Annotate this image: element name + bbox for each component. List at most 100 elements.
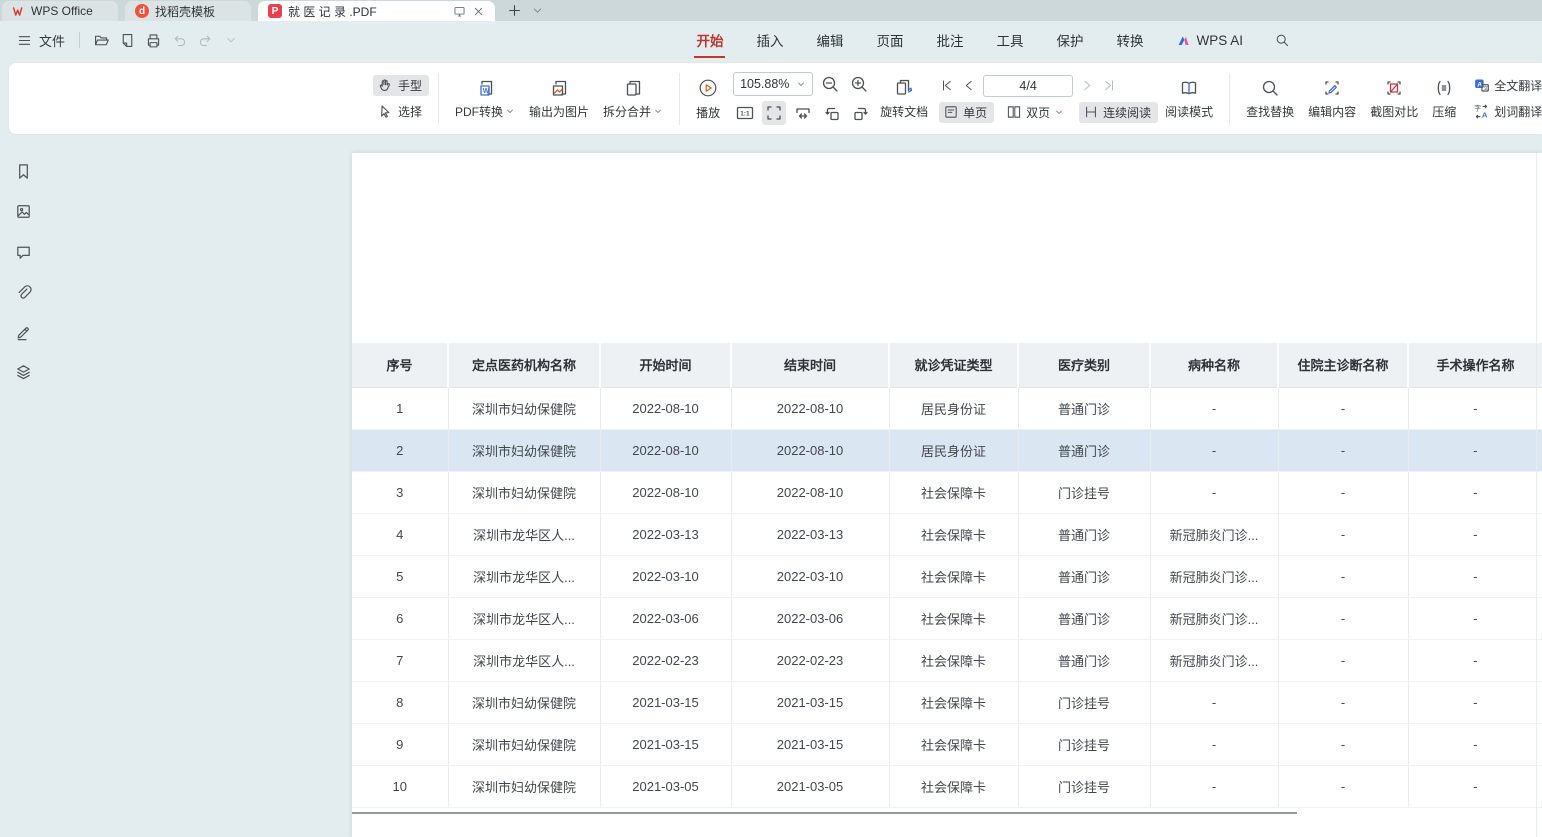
last-page-icon[interactable]	[1102, 78, 1117, 93]
next-page-icon[interactable]	[1080, 78, 1095, 93]
table-cell: 普通门诊	[1018, 513, 1150, 555]
pdf-convert-label: PDF转换	[455, 103, 503, 120]
zoom-out-button[interactable]	[818, 72, 842, 96]
quick-access-chevron[interactable]	[219, 29, 243, 51]
screenshot-compare-button[interactable]: 截图对比	[1363, 78, 1425, 120]
cursor-icon	[377, 103, 394, 120]
menu-item-convert[interactable]: 转换	[1114, 24, 1145, 56]
comments-panel-button[interactable]	[12, 241, 34, 263]
table-cell: 社会保障卡	[889, 597, 1018, 639]
tab-label: 就 医 记 录 .PDF	[288, 3, 377, 20]
save-icon	[119, 32, 136, 49]
tab-label: 找稻壳模板	[155, 3, 215, 20]
actual-size-button[interactable]: 1:1	[733, 101, 757, 125]
column-header: 医疗类别	[1018, 343, 1150, 387]
zoom-in-button[interactable]	[847, 72, 871, 96]
table-cell: 5	[352, 555, 448, 597]
first-page-icon[interactable]	[939, 78, 954, 93]
table-cell: 10	[352, 765, 448, 807]
tab-docer-templates[interactable]: d 找稻壳模板	[125, 1, 251, 21]
attachments-panel-button[interactable]	[12, 281, 34, 303]
table-cell: -	[1408, 471, 1542, 513]
menu-search-icon[interactable]	[1274, 32, 1290, 48]
table-cell: 社会保障卡	[889, 555, 1018, 597]
table-cell: -	[1278, 639, 1408, 681]
menu-item-home[interactable]: 开始	[694, 24, 725, 56]
previous-page-icon[interactable]	[961, 78, 976, 93]
read-mode-button[interactable]: 阅读模式	[1158, 78, 1220, 120]
menu-item-edit[interactable]: 编辑	[814, 24, 845, 56]
table-cell: -	[1150, 387, 1278, 429]
word-translate-button[interactable]: 字A 划词翻译	[1469, 101, 1542, 122]
select-tool-button[interactable]: 选择	[373, 101, 429, 122]
page-indicator-input[interactable]	[983, 75, 1073, 97]
table-cell: 2021-03-05	[731, 765, 889, 807]
thumbnails-panel-button[interactable]	[12, 200, 34, 222]
export-image-button[interactable]: 输出为图片	[522, 78, 596, 120]
menu-item-annotate[interactable]: 批注	[934, 24, 965, 56]
monitor-icon[interactable]	[453, 5, 466, 18]
column-header: 序号	[352, 343, 448, 387]
compress-button[interactable]: 压缩	[1425, 78, 1463, 120]
chevron-down-icon	[653, 106, 663, 116]
column-header: 手术操作名称	[1408, 343, 1542, 387]
full-text-translate-button[interactable]: A文 全文翻译	[1469, 75, 1542, 96]
play-button[interactable]: 播放	[689, 77, 727, 121]
table-cell: -	[1278, 555, 1408, 597]
menu-item-wps-ai[interactable]: WPS AI	[1174, 27, 1245, 54]
zoom-level-dropdown[interactable]: 105.88%	[733, 72, 813, 96]
tab-wps-office[interactable]: WPS Office	[2, 1, 118, 21]
bookmarks-panel-button[interactable]	[12, 160, 34, 182]
open-file-button[interactable]	[89, 29, 113, 51]
play-icon	[697, 77, 719, 99]
rotate-left-button[interactable]	[820, 101, 844, 125]
pdf-convert-button[interactable]: W PDF转换	[448, 78, 522, 120]
table-cell: -	[1150, 681, 1278, 723]
table-cell: -	[1150, 429, 1278, 471]
signature-panel-button[interactable]	[12, 321, 34, 343]
close-tab-icon[interactable]	[472, 5, 485, 18]
single-page-icon	[943, 104, 959, 120]
redo-button[interactable]	[193, 29, 217, 51]
paperclip-icon	[14, 283, 33, 302]
table-cell: 深圳市妇幼保健院	[448, 723, 600, 765]
tab-document-pdf[interactable]: P 就 医 记 录 .PDF	[258, 1, 495, 21]
table-row: 1深圳市妇幼保健院2022-08-102022-08-10居民身份证普通门诊--…	[352, 387, 1542, 429]
edit-content-button[interactable]: 编辑内容	[1301, 78, 1363, 120]
find-replace-button[interactable]: 查找替换	[1239, 78, 1301, 120]
table-cell: -	[1150, 723, 1278, 765]
new-tab-button[interactable]	[507, 3, 522, 18]
hamburger-icon	[16, 32, 33, 49]
table-cell: -	[1408, 555, 1542, 597]
column-header: 定点医药机构名称	[448, 343, 600, 387]
file-menu-button[interactable]: 文件	[10, 27, 71, 54]
menu-item-tools[interactable]: 工具	[994, 24, 1025, 56]
fit-page-button[interactable]	[762, 101, 786, 125]
continuous-reading-button[interactable]: 连续阅读	[1079, 102, 1158, 123]
double-page-button[interactable]: 双页	[1002, 102, 1071, 123]
file-menu-label: 文件	[39, 31, 65, 50]
fit-width-button[interactable]	[791, 101, 815, 125]
select-tool-label: 选择	[398, 103, 422, 120]
screenshot-compare-label: 截图对比	[1370, 103, 1418, 120]
menu-item-insert[interactable]: 插入	[754, 24, 785, 56]
table-cell: 4	[352, 513, 448, 555]
tab-list-chevron-icon[interactable]	[532, 5, 543, 16]
undo-button[interactable]	[167, 29, 191, 51]
table-cell: -	[1408, 639, 1542, 681]
hand-tool-button[interactable]: 手型	[373, 75, 429, 96]
table-cell: 新冠肺炎门诊...	[1150, 597, 1278, 639]
table-cell: 2022-08-10	[731, 471, 889, 513]
rotate-right-button[interactable]	[849, 101, 873, 125]
menu-item-page[interactable]: 页面	[874, 24, 905, 56]
single-page-button[interactable]: 单页	[939, 102, 994, 123]
print-button[interactable]	[141, 29, 165, 51]
compress-icon	[1434, 78, 1454, 98]
rotate-document-button[interactable]: 旋转文档	[873, 78, 935, 120]
play-label: 播放	[696, 104, 720, 121]
save-button[interactable]	[115, 29, 139, 51]
table-cell: 2022-02-23	[600, 639, 731, 681]
layers-panel-button[interactable]	[12, 361, 34, 383]
menu-item-protect[interactable]: 保护	[1054, 24, 1085, 56]
split-merge-button[interactable]: 拆分合并	[596, 78, 670, 120]
